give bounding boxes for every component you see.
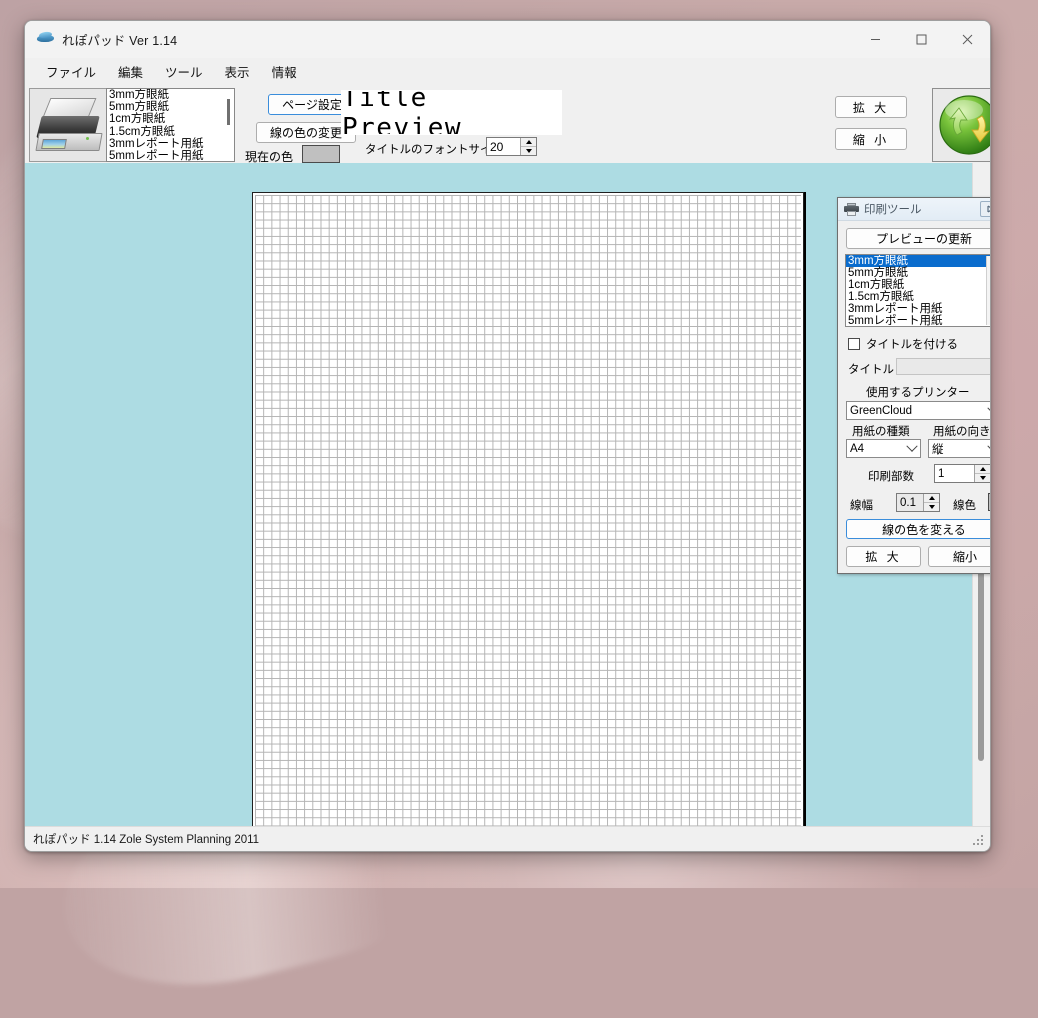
change-line-color-button[interactable]: 線の色を変える — [846, 519, 990, 539]
paper-type-label: 用紙の種類 — [852, 426, 910, 438]
window-controls — [852, 21, 990, 57]
window-title: れぽパッド Ver 1.14 — [62, 33, 178, 48]
copies-stepper[interactable]: 1 — [934, 464, 990, 483]
add-title-label: タイトルを付ける — [866, 339, 958, 351]
orientation-value: 縦 — [932, 443, 944, 456]
line-width-stepper[interactable]: 0.1 — [896, 493, 940, 512]
print-panel-paper-list[interactable]: 3mm方眼紙 5mm方眼紙 1cm方眼紙 1.5cm方眼紙 3mmレポート用紙 … — [845, 254, 990, 327]
spinner-up-icon[interactable] — [521, 138, 536, 147]
copies-value[interactable]: 1 — [935, 465, 974, 482]
font-size-label: タイトルのフォントサイズ — [365, 144, 503, 156]
chevron-down-icon[interactable] — [985, 440, 990, 453]
current-color-swatch[interactable] — [302, 145, 340, 163]
list-item[interactable]: 3mm方眼紙 — [107, 89, 234, 101]
menu-item-edit[interactable]: 編集 — [107, 59, 154, 84]
application-window: れぽパッド Ver 1.14 ファイル 編集 ツール 表示 情報 3mm方眼紙 … — [24, 20, 991, 852]
zoom-in-button[interactable]: 拡 大 — [835, 96, 907, 118]
panel-zoom-out-button[interactable]: 縮小 — [928, 546, 990, 567]
list-item[interactable]: 3mmレポート用紙 — [107, 138, 234, 150]
copies-spin-buttons[interactable] — [974, 465, 990, 482]
resize-grip[interactable] — [973, 835, 985, 847]
title-input[interactable] — [896, 358, 990, 375]
scrollbar-thumb[interactable] — [227, 99, 230, 125]
printer-select[interactable]: GreenCloud — [846, 401, 990, 420]
line-width-label: 線幅 — [850, 500, 873, 512]
line-width-value[interactable]: 0.1 — [897, 494, 923, 511]
font-size-spin-buttons[interactable] — [520, 138, 536, 155]
refresh-circular-arrows-icon — [938, 94, 990, 156]
list-item[interactable]: 1.5cm方眼紙 — [107, 126, 234, 138]
list-item[interactable]: 5mmレポート用紙 — [107, 150, 234, 161]
menu-item-view[interactable]: 表示 — [214, 59, 261, 84]
panel-zoom-in-button[interactable]: 拡 大 — [846, 546, 921, 567]
orientation-select[interactable]: 縦 — [928, 439, 990, 458]
line-color-swatch[interactable] — [988, 493, 990, 511]
list-item[interactable]: 5mm方眼紙 — [107, 101, 234, 113]
orientation-label: 用紙の向き — [933, 426, 991, 438]
printer-icon — [844, 202, 859, 216]
spinner-up-icon[interactable] — [975, 465, 990, 474]
list-item[interactable]: 5mmレポート用紙 — [846, 315, 990, 326]
paper-type-select[interactable]: A4 — [846, 439, 921, 458]
font-size-value[interactable]: 20 — [487, 138, 520, 155]
menu-item-tools[interactable]: ツール — [154, 59, 214, 84]
toolbar: 3mm方眼紙 5mm方眼紙 1cm方眼紙 1.5cm方眼紙 3mmレポート用紙 … — [25, 84, 990, 165]
print-panel-title-bar: 印刷ツール — [838, 198, 990, 221]
minimize-icon[interactable] — [852, 21, 898, 57]
menu-bar: ファイル 編集 ツール 表示 情報 — [25, 58, 990, 84]
status-bar: れぽパッド 1.14 Zole System Planning 2011 — [25, 826, 990, 851]
refresh-preview-button[interactable]: プレビューの更新 — [846, 228, 990, 249]
list-item[interactable]: 1cm方眼紙 — [846, 279, 990, 291]
chevron-down-icon[interactable] — [985, 402, 990, 415]
spinner-up-icon[interactable] — [924, 494, 939, 503]
menu-item-file[interactable]: ファイル — [35, 59, 107, 84]
close-icon[interactable] — [980, 201, 990, 217]
print-panel-title: 印刷ツール — [864, 204, 922, 216]
spinner-down-icon[interactable] — [975, 474, 990, 482]
title-preview: Title Preview — [341, 90, 562, 135]
print-tool-panel: 印刷ツール プレビューの更新 3mm方眼紙 5mm方眼紙 1cm方眼紙 1.5c… — [837, 197, 991, 574]
toolbar-paper-list[interactable]: 3mm方眼紙 5mm方眼紙 1cm方眼紙 1.5cm方眼紙 3mmレポート用紙 … — [106, 88, 235, 162]
printer-label: 使用するプリンター — [866, 387, 970, 399]
chevron-down-icon[interactable] — [904, 440, 920, 453]
print-list-scrollbar[interactable] — [986, 256, 990, 325]
title-field-label: タイトル — [848, 364, 894, 376]
zoom-out-button[interactable]: 縮 小 — [835, 128, 907, 150]
printer-icon — [29, 88, 107, 162]
paper-type-value: A4 — [850, 442, 865, 455]
title-preview-text: Title Preview — [342, 90, 463, 135]
list-item[interactable]: 3mmレポート用紙 — [846, 303, 990, 315]
font-size-stepper[interactable]: 20 — [486, 137, 537, 156]
toolbar-list-scrollbar[interactable] — [225, 95, 232, 157]
list-item[interactable]: 1.5cm方眼紙 — [846, 291, 990, 303]
refresh-preview-button[interactable] — [932, 88, 990, 162]
list-item[interactable]: 3mm方眼紙 — [846, 255, 990, 267]
grid-paper-page[interactable] — [252, 192, 804, 829]
copies-label: 印刷部数 — [868, 471, 914, 483]
grid-lines — [255, 195, 801, 829]
list-item[interactable]: 1cm方眼紙 — [107, 113, 234, 125]
maximize-icon[interactable] — [898, 21, 944, 57]
status-text: れぽパッド 1.14 Zole System Planning 2011 — [33, 834, 260, 846]
add-title-checkbox-row[interactable]: タイトルを付ける — [848, 336, 958, 352]
line-width-spin-buttons[interactable] — [923, 494, 939, 511]
title-bar: れぽパッド Ver 1.14 — [25, 21, 990, 58]
printer-value: GreenCloud — [850, 404, 913, 417]
list-item[interactable]: 5mm方眼紙 — [846, 267, 990, 279]
add-title-checkbox[interactable] — [848, 338, 860, 350]
spinner-down-icon[interactable] — [924, 503, 939, 511]
close-icon[interactable] — [944, 21, 990, 57]
line-color-label: 線色 — [953, 500, 976, 512]
boat-icon — [36, 30, 55, 48]
menu-item-info[interactable]: 情報 — [261, 59, 308, 84]
spinner-down-icon[interactable] — [521, 147, 536, 155]
